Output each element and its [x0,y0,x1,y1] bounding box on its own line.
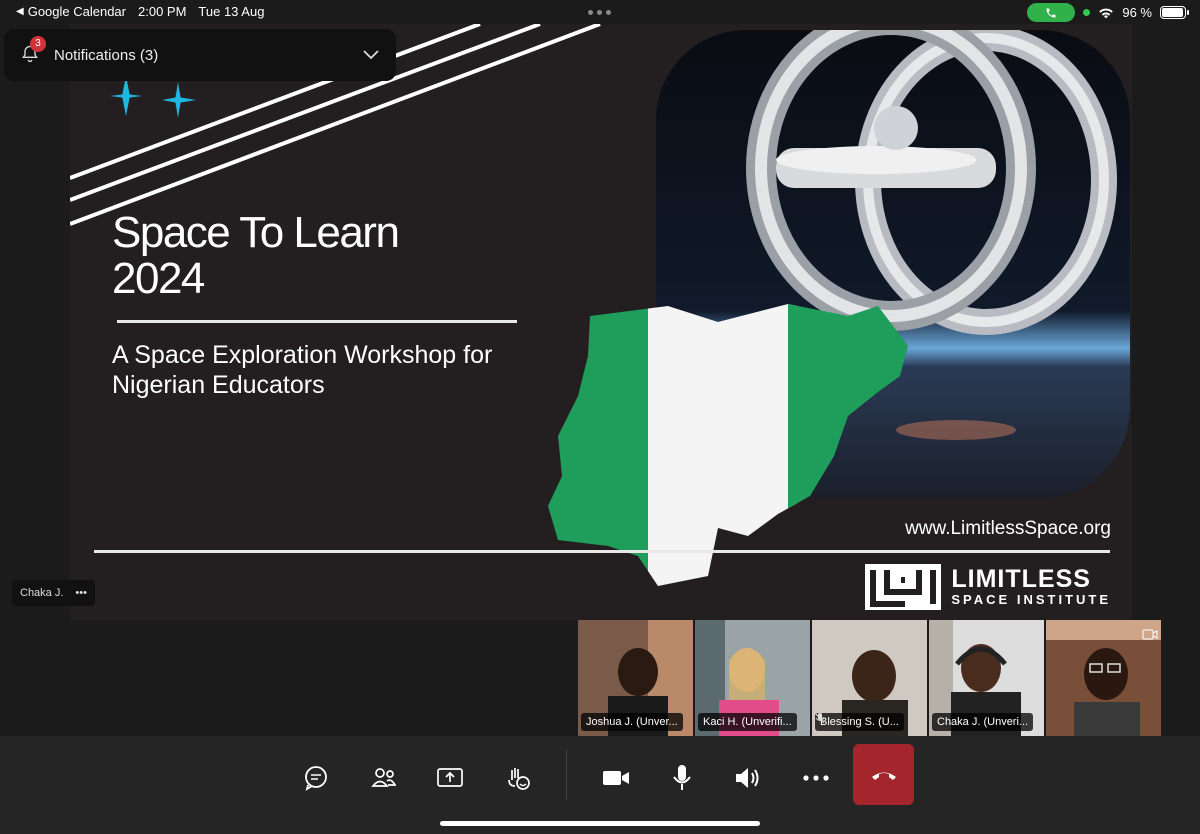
chat-icon [305,766,327,791]
multitasking-dots[interactable] [588,10,611,15]
hang-up-icon [871,772,896,780]
notifications-banner[interactable]: 3 Notifications (3) [4,29,396,81]
participant-tile[interactable]: Kaci H. (Unverifi... [695,620,810,736]
active-call-pill[interactable] [1027,3,1076,22]
participant-tile[interactable]: Chaka J. (Unveri... [929,620,1044,736]
raise-hand-icon [508,768,530,790]
back-app-label: Google Calendar [27,4,126,19]
chat-button[interactable] [294,756,338,800]
battery-percent: 96 % [1122,5,1152,20]
presenter-name: Chaka J. [20,587,64,599]
raise-hand-button[interactable] [496,756,540,800]
muted-microphone-icon [815,713,825,724]
people-button[interactable] [362,756,406,800]
slide-title-line2: 2024 [112,254,205,303]
presenter-label[interactable]: Chaka J. ••• [12,580,95,606]
share-screen-icon [437,768,463,787]
toolbar-divider [566,750,567,800]
notifications-label: Notifications (3) [54,46,159,64]
shared-slide: Space To Learn 2024 A Space Exploration … [70,24,1132,620]
share-screen-button[interactable] [428,756,472,800]
slide-title: Space To Learn 2024 [112,210,532,302]
footer-divider [94,550,1110,553]
self-view-tile[interactable] [1046,620,1161,736]
microphone-button[interactable] [660,756,704,800]
sparkle-icon [110,76,142,116]
slide-subtitle-line1: A Space Exploration Workshop for [112,341,493,369]
participant-name: Kaci H. (Unverifi... [703,716,792,728]
more-button[interactable] [794,756,838,800]
limitless-logo: LIMITLESS SPACE INSTITUTE [865,564,1111,610]
more-options-icon[interactable]: ••• [75,587,87,599]
limitless-logo-mark [865,564,942,610]
home-indicator[interactable] [440,821,760,826]
logo-name: LIMITLESS [951,565,1091,593]
back-to-app-link[interactable]: ◀ Google Calendar [16,4,126,19]
participant-name: Chaka J. (Unveri... [937,716,1029,728]
slide-title-line1: Space To Learn [112,208,400,257]
sparkle-icon [162,82,196,118]
status-date: Tue 13 Aug [198,4,265,19]
speaker-icon [736,768,759,788]
switch-camera-icon[interactable] [1142,626,1158,642]
nigeria-flag-map [548,304,908,586]
chevron-down-icon[interactable] [362,49,380,61]
wifi-icon [1099,8,1114,18]
back-arrow-icon: ◀ [16,6,24,17]
camera-button[interactable] [594,756,638,800]
camera-in-use-dot [1083,9,1091,16]
slide-subtitle-line2: Nigerian Educators [112,371,325,399]
speaker-button[interactable] [726,756,770,800]
status-bar: ◀ Google Calendar 2:00 PM Tue 13 Aug 96 … [0,0,1200,24]
battery-icon [1160,6,1189,19]
notification-badge: 3 [30,36,46,52]
participant-strip: Joshua J. (Unver... Kaci H. (Unverifi...… [578,620,1161,736]
title-divider [117,320,517,323]
meeting-toolbar [0,736,1200,834]
slide-url: www.LimitlessSpace.org [905,518,1111,539]
microphone-icon [673,765,691,790]
more-icon [803,775,829,781]
participant-tile[interactable]: Blessing S. (U... [812,620,927,736]
camera-icon [603,771,629,785]
participant-name: Joshua J. (Unver... [586,716,678,728]
bell-icon: 3 [20,36,46,66]
status-time: 2:00 PM [138,4,187,19]
logo-subtitle: SPACE INSTITUTE [951,592,1111,607]
people-icon [371,768,397,787]
hang-up-button[interactable] [853,744,914,805]
participant-name: Blessing S. (U... [820,716,899,728]
slide-subtitle: A Space Exploration Workshop for Nigeria… [112,340,582,400]
phone-icon [1046,8,1056,17]
participant-tile[interactable]: Joshua J. (Unver... [578,620,693,736]
